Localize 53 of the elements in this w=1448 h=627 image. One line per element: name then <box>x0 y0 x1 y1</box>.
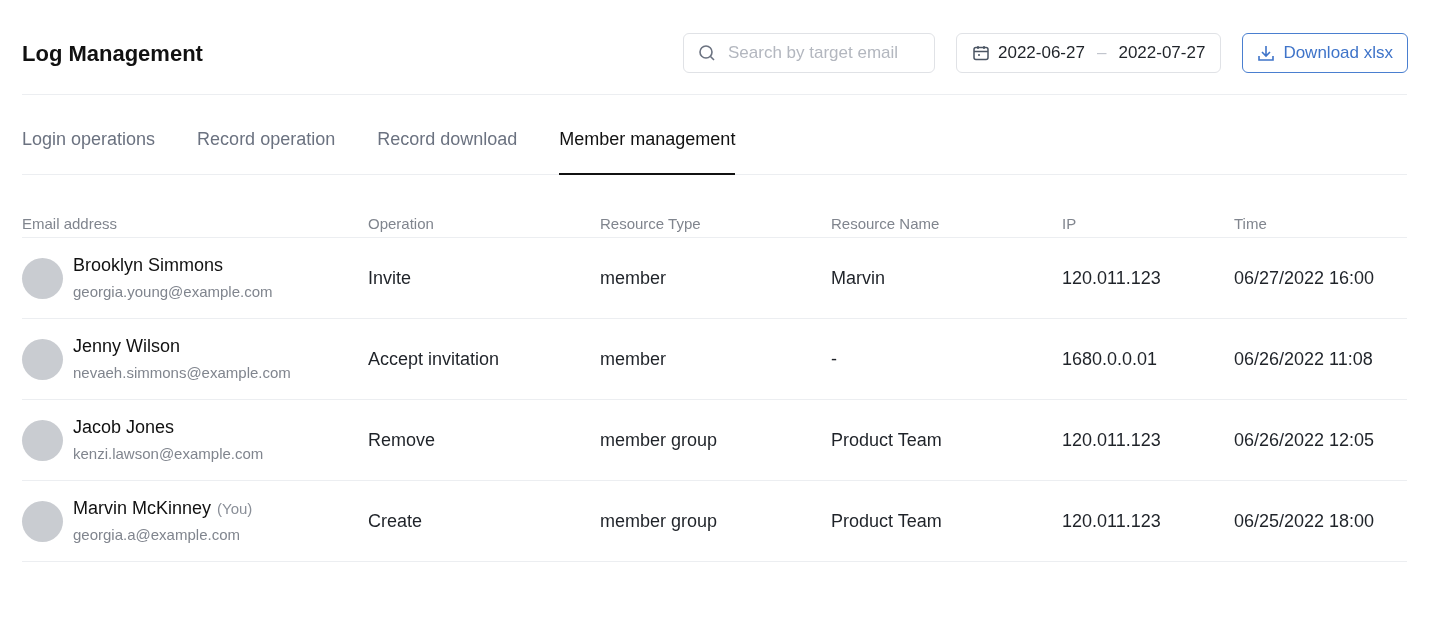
user-name: Jacob Jones <box>73 416 175 440</box>
search-icon <box>698 44 716 62</box>
table-cell-text: 120.011.123 <box>1062 509 1162 533</box>
table-cell-text: - <box>831 347 838 371</box>
table-cell-text: 06/27/2022 16:00 <box>1234 266 1376 290</box>
user-name: Jenny Wilson <box>73 335 181 359</box>
download-icon <box>1257 44 1276 62</box>
user-email: nevaeh.simmons@example.com <box>73 363 291 384</box>
table-cell-text: 06/26/2022 11:08 <box>1234 347 1374 371</box>
date-separator: – <box>1095 42 1108 65</box>
column-header: Resource Name <box>831 214 941 234</box>
column-header: Resource Type <box>600 214 702 234</box>
table-cell-text: Invite <box>368 266 413 290</box>
user-email: georgia.a@example.com <box>73 525 241 546</box>
table-cell-text: member group <box>600 509 719 533</box>
table-cell-text: 06/25/2022 18:00 <box>1234 509 1376 533</box>
tab[interactable]: Record operation <box>197 126 336 175</box>
column-header: Time <box>1234 214 1268 234</box>
user-name: Marvin McKinney <box>73 497 212 521</box>
table-cell-text: member <box>600 266 667 290</box>
tab[interactable]: Login operations <box>22 126 156 175</box>
table-cell-text: 120.011.123 <box>1062 266 1162 290</box>
table-cell-text: Accept invitation <box>368 347 501 371</box>
table-cell-text: 1680.0.0.01 <box>1062 347 1159 371</box>
user-email: kenzi.lawson@example.com <box>73 444 264 465</box>
table-cell-text: 120.011.123 <box>1062 428 1162 452</box>
avatar <box>22 500 63 542</box>
user-name: Brooklyn Simmons <box>73 254 224 278</box>
you-label: (You) <box>217 499 253 520</box>
start-date: 2022-06-27 <box>998 42 1085 65</box>
table-cell-text: 06/26/2022 12:05 <box>1234 428 1376 452</box>
column-header: Operation <box>368 214 435 234</box>
table-cell-text: Create <box>368 509 424 533</box>
search-field[interactable]: Search by target email <box>683 33 935 73</box>
avatar <box>22 419 63 461</box>
column-header: Email address <box>22 214 119 234</box>
calendar-icon <box>972 44 990 62</box>
date-range-field[interactable]: 2022-06-27 – 2022-07-27 <box>956 33 1222 73</box>
avatar <box>22 257 63 299</box>
table-cell-text: Product Team <box>831 428 943 452</box>
table-cell-text: member group <box>600 428 719 452</box>
user-email: georgia.young@example.com <box>73 282 273 303</box>
table-cell-text: member <box>600 347 667 371</box>
download-button[interactable]: Download xlsx <box>1242 33 1408 73</box>
table-cell-text: Marvin <box>831 266 886 290</box>
table-cell-text: Product Team <box>831 509 943 533</box>
page-title: Log Management <box>22 39 203 68</box>
tab[interactable]: Record download <box>377 126 518 175</box>
tab[interactable]: Member management <box>559 126 736 175</box>
end-date: 2022-07-27 <box>1118 42 1206 65</box>
avatar <box>22 338 63 380</box>
column-header: IP <box>1062 214 1078 234</box>
table-cell-text: Remove <box>368 428 437 452</box>
